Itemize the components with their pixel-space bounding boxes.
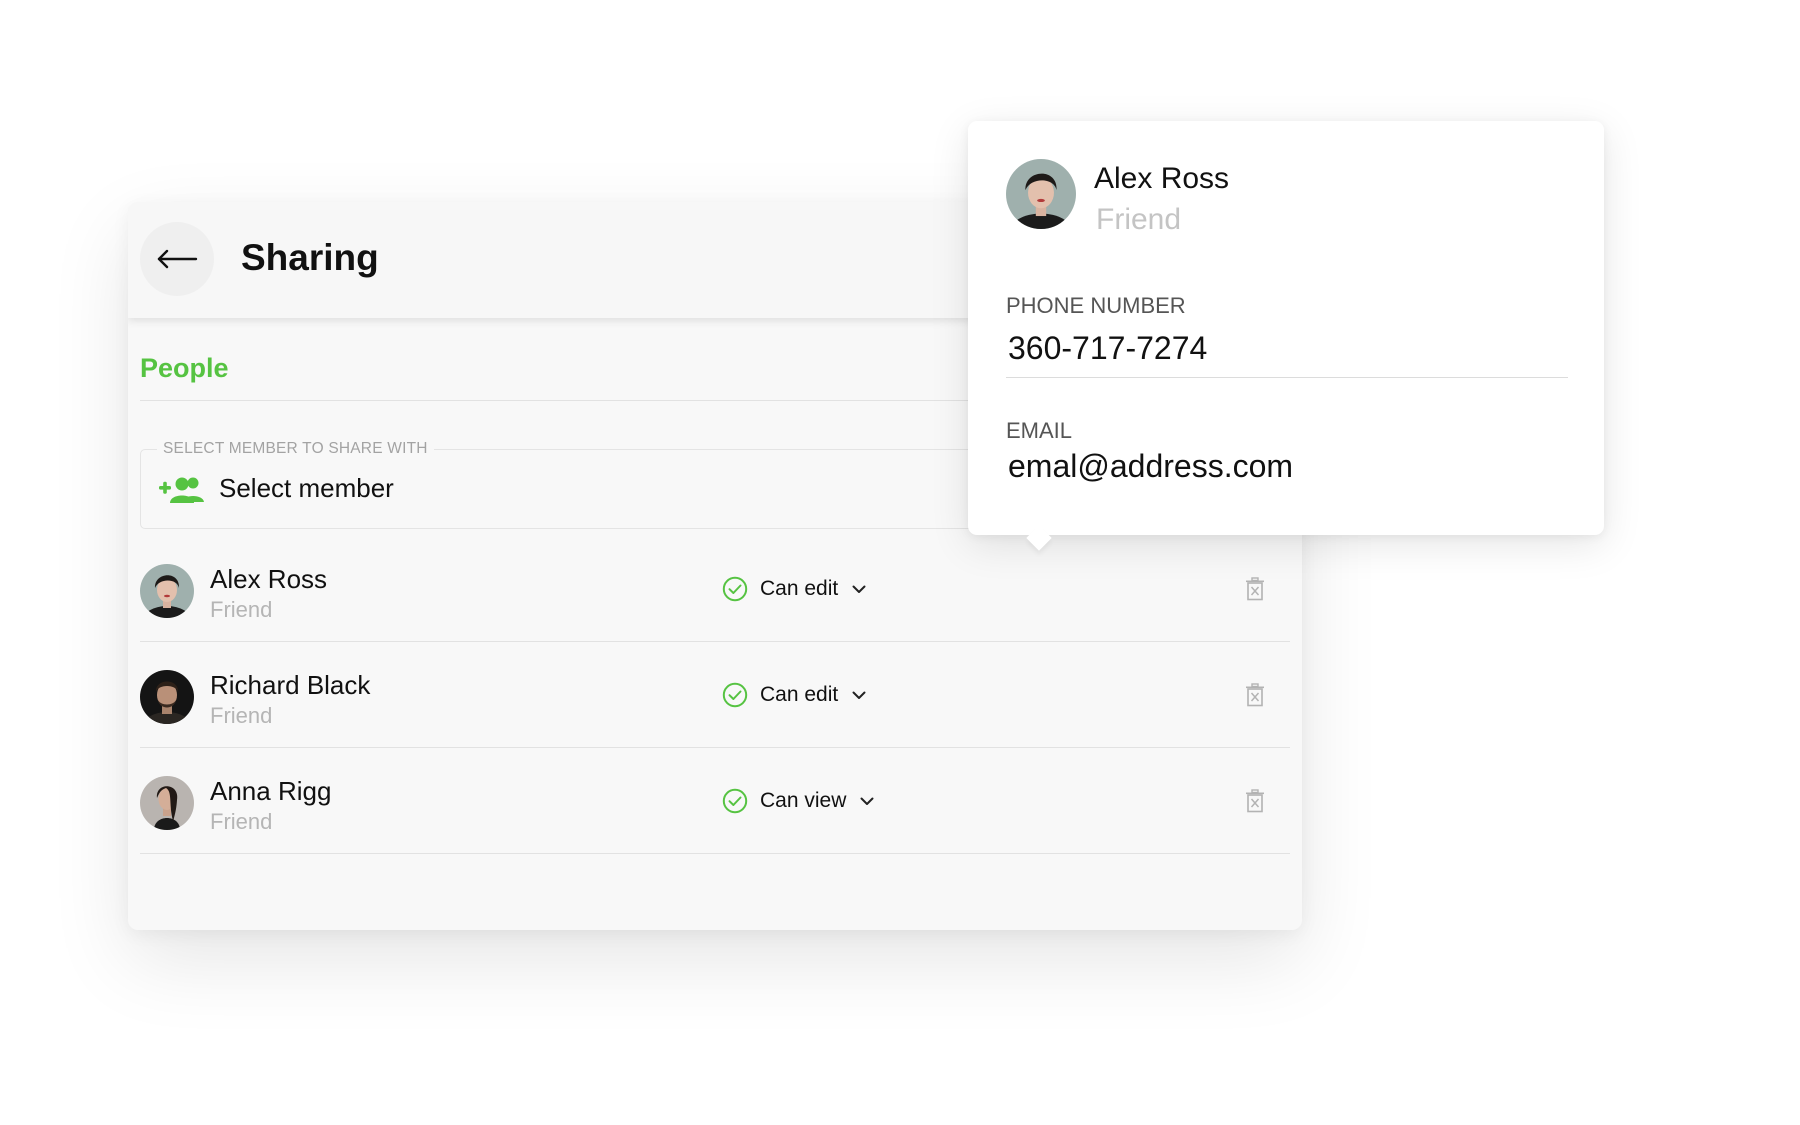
page-title: Sharing [241,237,379,278]
phone-underline [1006,377,1568,378]
avatar[interactable] [140,670,194,724]
chevron-down-icon [852,585,866,594]
phone-value[interactable]: 360-717-7274 [1008,329,1207,367]
member-role: Friend [210,597,273,622]
people-section-title: People [140,353,229,383]
contact-avatar [1006,159,1076,229]
phone-label: PHONE NUMBER [1006,293,1186,318]
member-role: Friend [210,809,273,834]
member-list: Alex Ross Friend Can edit Richard Black … [140,536,1290,854]
permission-label: Can view [760,789,847,812]
permission-label: Can edit [760,577,839,600]
check-circle-icon [722,576,748,602]
email-value[interactable]: emal@address.com [1008,447,1293,485]
member-name: Anna Rigg [210,776,332,806]
trash-icon[interactable] [1245,577,1269,605]
member-select-legend: SELECT MEMBER TO SHARE WITH [157,439,434,459]
avatar[interactable] [140,776,194,830]
avatar[interactable] [140,564,194,618]
contact-popover: Alex Ross Friend PHONE NUMBER 360-717-72… [968,121,1604,551]
contact-name: Alex Ross [1094,162,1230,195]
trash-icon[interactable] [1245,789,1269,817]
permission-dropdown[interactable]: Can edit [722,682,866,708]
arrow-left-icon [157,249,198,269]
email-label: EMAIL [1006,418,1073,443]
trash-icon[interactable] [1245,683,1269,711]
member-row-richard-black[interactable]: Richard Black Friend Can edit [140,642,1290,748]
member-name: Alex Ross [210,564,328,594]
contact-role: Friend [1096,203,1182,236]
member-name: Richard Black [210,670,371,700]
check-circle-icon [722,788,748,814]
add-group-icon [159,476,205,509]
permission-dropdown[interactable]: Can view [722,788,874,814]
permission-label: Can edit [760,683,839,706]
back-button[interactable] [140,222,214,296]
check-circle-icon [722,682,748,708]
member-role: Friend [210,703,273,728]
member-row-alex-ross[interactable]: Alex Ross Friend Can edit [140,536,1290,642]
member-row-anna-rigg[interactable]: Anna Rigg Friend Can view [140,748,1290,854]
permission-dropdown[interactable]: Can edit [722,576,866,602]
chevron-down-icon [852,691,866,700]
chevron-down-icon [860,797,874,806]
member-select-value: Select member [219,473,394,503]
